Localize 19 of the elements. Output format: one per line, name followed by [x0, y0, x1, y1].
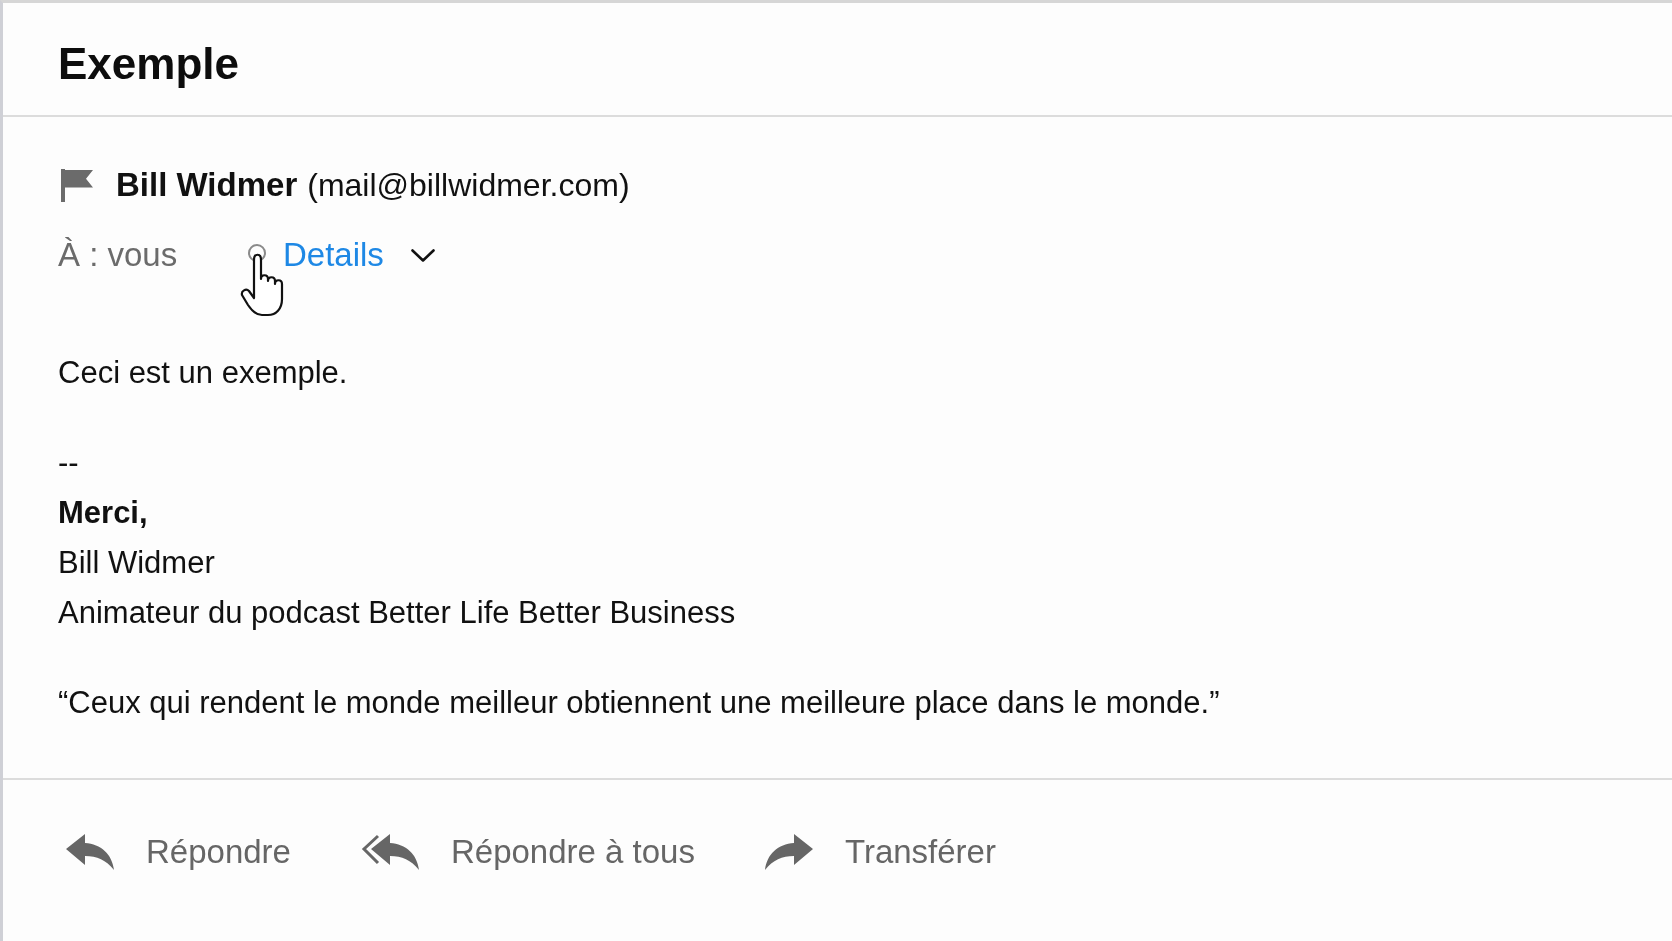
- chevron-down-icon[interactable]: [410, 248, 435, 262]
- sender-address: (mail@billwidmer.com): [307, 166, 630, 204]
- message-line: Animateur du podcast Better Life Better Business: [58, 594, 736, 632]
- details-link[interactable]: Details: [283, 236, 384, 274]
- sender-name: Bill Widmer: [116, 166, 298, 204]
- reply-button[interactable]: Répondre: [66, 830, 291, 874]
- reply-all-button[interactable]: Répondre à tous: [360, 830, 695, 874]
- reply-icon: [66, 834, 114, 870]
- message-line: “Ceux qui rendent le monde meilleur obtiennent une meilleure place dans le monde.”: [58, 684, 1220, 722]
- flag-icon[interactable]: [61, 168, 93, 202]
- reply-all-icon: [360, 834, 419, 870]
- message-line: Ceci est un exemple.: [58, 354, 348, 392]
- message-line: --: [58, 444, 79, 482]
- recipient-text: À : vous: [58, 236, 179, 274]
- email-subject: Exemple: [58, 38, 239, 90]
- message-line: Bill Widmer: [58, 544, 215, 582]
- forward-button[interactable]: Transférer: [764, 830, 996, 874]
- message-line: Merci,: [58, 494, 148, 532]
- forward-icon: [764, 834, 813, 870]
